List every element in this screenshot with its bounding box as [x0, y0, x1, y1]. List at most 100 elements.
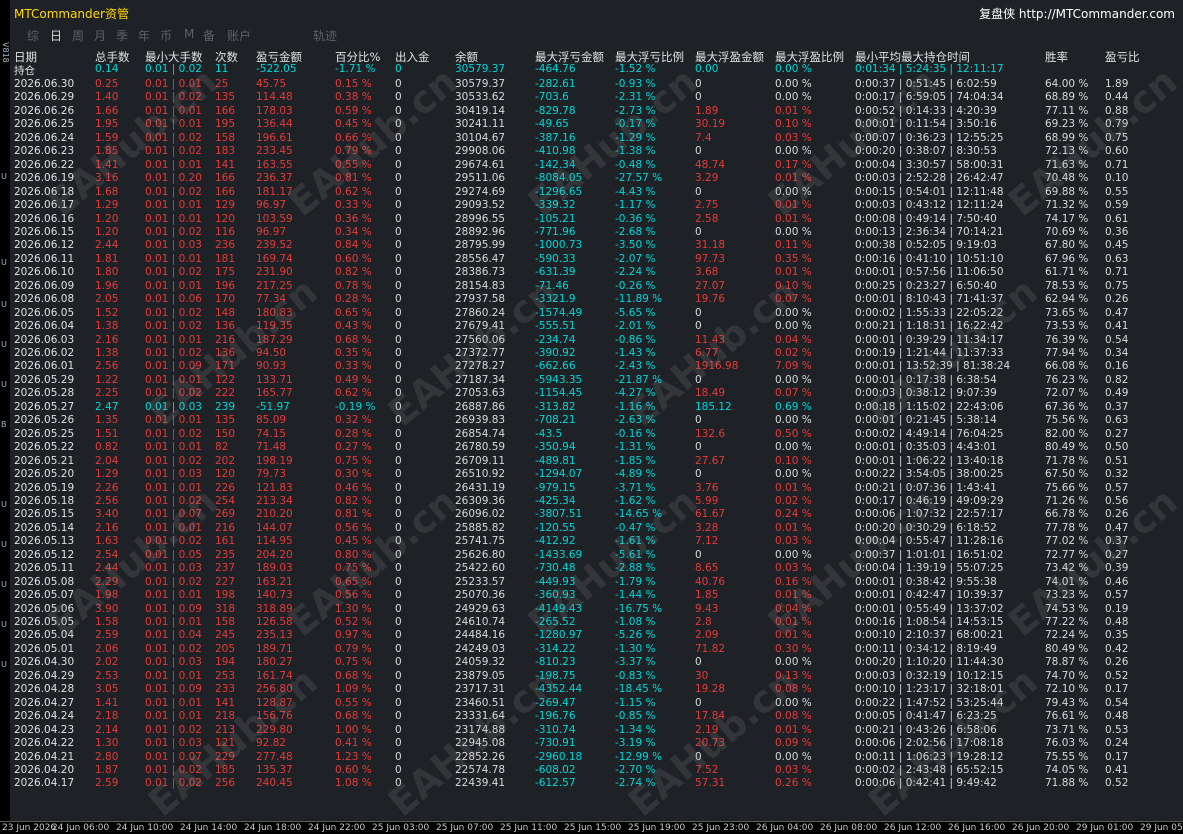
table-row[interactable]: 2026.04.17 2.59 0.01 | 0.02 256 240.45 1.08 %…	[10, 777, 1170, 790]
tab-10[interactable]: 轨迹	[313, 27, 337, 44]
table-row[interactable]: 2026.06.02 1.38 0.01 | 0.02 136 94.50 0.35 % 0…	[10, 347, 1170, 360]
cell-13: 77.78 %	[1045, 521, 1089, 534]
table-row[interactable]: 2026.06.03 2.16 0.01 | 0.01 216 187.29 0.68 %…	[10, 334, 1170, 347]
cell-10: 9.43	[695, 602, 719, 615]
table-row[interactable]: 2026.05.15 3.40 0.01 | 0.07 269 210.20 0.81 %…	[10, 508, 1170, 521]
cell-13: 74.05 %	[1045, 763, 1089, 776]
cell-7: 24610.74	[455, 616, 506, 628]
table-row[interactable]: 2026.06.05 1.52 0.01 | 0.02 148 180.83 0.65 %…	[10, 307, 1170, 320]
brand-link[interactable]: 复盘侠 http://MTCommander.com	[979, 5, 1175, 22]
tab-2[interactable]: 周	[72, 27, 84, 44]
table-row[interactable]: 2026.06.19 3.16 0.01 | 0.20 166 236.37 0.81 %…	[10, 172, 1170, 185]
table-row[interactable]: 2026.06.18 1.68 0.01 | 0.02 166 181.17 0.62 %…	[10, 186, 1170, 199]
table-row[interactable]: 2026.06.23 1.85 0.01 | 0.02 183 233.45 0.79 %…	[10, 145, 1170, 158]
cell-14: 1.89	[1105, 78, 1129, 90]
table-row[interactable]: 2026.05.18 2.56 0.01 | 0.02 254 213.34 0.82 %…	[10, 495, 1170, 508]
table-row[interactable]: 2026.06.10 1.80 0.01 | 0.02 175 231.90 0.82 %…	[10, 266, 1170, 279]
table-row[interactable]: 2026.06.25 1.95 0.01 | 0.01 195 136.44 0.45 %…	[10, 118, 1170, 131]
table-row[interactable]: 2026.05.26 1.35 0.01 | 0.01 135 85.09 0.32 % 0…	[10, 414, 1170, 427]
table-row[interactable]: 2026.06.12 2.44 0.01 | 0.03 236 239.52 0.84 %…	[10, 239, 1170, 252]
cell-9: -0.86 %	[615, 333, 656, 346]
cell-12: 0:00:16 | 1:08:54 | 14:53:15	[855, 616, 1004, 628]
cell-3: 135	[215, 91, 236, 104]
tab-8[interactable]: 备	[203, 27, 215, 44]
table-row[interactable]: 2026.04.24 2.18 0.01 | 0.01 218 156.76 0.68 %…	[10, 710, 1170, 723]
table-row[interactable]: 2026.05.04 2.59 0.01 | 0.04 245 235.13 0.97 %…	[10, 629, 1170, 642]
table-row[interactable]: 2026.06.09 1.96 0.01 | 0.01 196 217.25 0.78 %…	[10, 280, 1170, 293]
table-row[interactable]: 2026.05.29 1.22 0.01 | 0.01 122 133.71 0.49 %…	[10, 374, 1170, 387]
tab-5[interactable]: 年	[138, 27, 150, 44]
cell-10: 20.73	[695, 737, 726, 750]
table-row[interactable]: 2026.06.24 1.59 0.01 | 0.02 158 196.61 0.66 %…	[10, 132, 1170, 145]
table-row[interactable]: 2026.05.12 2.54 0.01 | 0.05 235 204.20 0.80 %…	[10, 549, 1170, 562]
table-row[interactable]: 2026.04.21 2.80 0.01 | 0.07 229 277.48 1.23 %…	[10, 751, 1170, 764]
table-row[interactable]: 2026.05.19 2.26 0.01 | 0.01 226 121.83 0.46 %…	[10, 482, 1170, 495]
cell-14: 0.17	[1105, 750, 1129, 763]
table-row[interactable]: 2026.05.06 3.90 0.01 | 0.09 318 318.89 1.30 %…	[10, 603, 1170, 616]
cell-1: 3.05	[95, 683, 119, 696]
table-row[interactable]: 2026.06.16 1.20 0.01 | 0.01 120 103.59 0.36 %…	[10, 213, 1170, 226]
table-row[interactable]: 2026.04.30 2.02 0.01 | 0.03 194 180.27 0.75 %…	[10, 656, 1170, 669]
cell-3: 135	[215, 414, 236, 427]
table-row[interactable]: 2026.05.11 2.44 0.01 | 0.03 237 189.03 0.75 %…	[10, 562, 1170, 575]
cell-0: 2026.06.09	[14, 279, 75, 292]
table-row[interactable]: 2026.05.21 2.04 0.01 | 0.02 202 198.19 0.75 %…	[10, 455, 1170, 468]
cell-4: 74.15	[256, 427, 287, 440]
table-row[interactable]: 2026.05.20 1.29 0.01 | 0.03 120 79.73 0.30 % 0…	[10, 468, 1170, 481]
column-header-14[interactable]: 盈亏比	[1105, 49, 1140, 65]
tab-6[interactable]: 币	[160, 27, 172, 44]
cell-11: 0.00 %	[775, 373, 812, 386]
table-row[interactable]: 2026.06.08 2.05 0.01 | 0.06 170 77.34 0.28 % 0…	[10, 293, 1170, 306]
cell-7: 23331.64	[455, 710, 506, 723]
cell-4: 277.48	[256, 750, 293, 763]
table-row[interactable]: 2026.06.30 0.25 0.01 | 0.01 25 45.75 0.15 % 0 3…	[10, 78, 1170, 91]
cell-9: -2.70 %	[615, 763, 656, 776]
tab-9[interactable]: 账户	[227, 27, 251, 44]
cell-0: 2026.05.13	[14, 535, 75, 548]
table-row[interactable]: 2026.04.20 1.87 0.01 | 0.02 185 135.37 0.60 %…	[10, 764, 1170, 777]
table-row[interactable]: 2026.06.04 1.38 0.01 | 0.02 136 119.35 0.43 %…	[10, 320, 1170, 333]
table-row[interactable]: 2026.06.29 1.40 0.01 | 0.02 135 114.48 0.38 %…	[10, 91, 1170, 104]
table-row[interactable]: 2026.06.01 2.56 0.01 | 0.09 171 90.93 0.33 % 0…	[10, 360, 1170, 373]
table-row[interactable]: 2026.05.25 1.51 0.01 | 0.02 150 74.15 0.28 % 0…	[10, 428, 1170, 441]
table-row[interactable]: 2026.06.22 1.41 0.01 | 0.01 141 163.55 0.55 %…	[10, 159, 1170, 172]
table-row[interactable]: 2026.04.29 2.53 0.01 | 0.01 253 161.74 0.68 %…	[10, 670, 1170, 683]
table-row[interactable]: 2026.04.27 1.41 0.01 | 0.01 141 128.87 0.55 %…	[10, 697, 1170, 710]
table-row[interactable]: 2026.05.14 2.16 0.01 | 0.01 216 144.07 0.56 %…	[10, 522, 1170, 535]
table-row[interactable]: 2026.04.28 3.05 0.01 | 0.09 233 256.80 1.09 %…	[10, 683, 1170, 696]
cell-6: 0	[395, 91, 402, 104]
table-row[interactable]: 2026.06.26 1.66 0.01 | 0.01 166 178.03 0.59 %…	[10, 105, 1170, 118]
title-bar: MTCommander资管 复盘侠 http://MTCommander.com	[10, 0, 1183, 24]
table-row[interactable]: 2026.05.13 1.63 0.01 | 0.02 161 114.95 0.45 %…	[10, 535, 1170, 548]
cell-9: -11.89 %	[615, 293, 663, 306]
cell-11: 0.26 %	[775, 777, 812, 790]
tab-1[interactable]: 日	[50, 27, 62, 44]
cell-3: 195	[215, 118, 236, 131]
column-header-13[interactable]: 胜率	[1045, 49, 1068, 65]
table-row[interactable]: 2026.05.01 2.06 0.01 | 0.02 205 189.71 0.79 %…	[10, 643, 1170, 656]
table-row[interactable]: 2026.05.08 2.29 0.01 | 0.02 227 163.21 0.65 %…	[10, 576, 1170, 589]
cell-10: 6.77	[695, 347, 719, 359]
tab-3[interactable]: 月	[94, 27, 106, 44]
table-row[interactable]: 2026.04.22 1.30 0.01 | 0.03 121 92.82 0.41 % 0…	[10, 737, 1170, 750]
table-row[interactable]: 2026.04.23 2.14 0.01 | 0.02 213 229.80 1.00 %…	[10, 724, 1170, 737]
cell-0: 2026.06.29	[14, 91, 75, 104]
table-row[interactable]: 2026.06.11 1.81 0.01 | 0.01 181 169.74 0.60 %…	[10, 253, 1170, 266]
cell-4: 318.89	[256, 602, 293, 615]
cell-7: 22852.26	[455, 750, 506, 763]
tab-0[interactable]: 综	[27, 27, 39, 44]
table-row[interactable]: 2026.05.05 1.58 0.01 | 0.01 158 126.58 0.52 %…	[10, 616, 1170, 629]
table-row[interactable]: 2026.05.28 2.25 0.01 | 0.02 222 165.77 0.62 %…	[10, 387, 1170, 400]
cell-11: 0.00 %	[775, 145, 812, 158]
cell-4: 45.75	[256, 78, 287, 90]
table-row[interactable]: 2026.05.22 0.82 0.01 | 0.01 82 71.48 0.27 % 0 2…	[10, 441, 1170, 454]
table-row[interactable]: 2026.05.07 1.98 0.01 | 0.01 198 140.73 0.56 %…	[10, 589, 1170, 602]
table-row[interactable]: 2026.06.15 1.20 0.01 | 0.02 116 96.97 0.34 % 0…	[10, 226, 1170, 239]
cell-12: 0:00:06 | 0:42:41 | 9:49:42	[855, 777, 997, 790]
tab-4[interactable]: 季	[116, 27, 128, 44]
cell-12: 0:00:10 | 2:10:37 | 68:00:21	[855, 629, 1004, 642]
cell-14: 0.27	[1105, 548, 1129, 561]
table-row[interactable]: 2026.05.27 2.47 0.01 | 0.03 239 -51.97 -0.19 …	[10, 401, 1170, 414]
table-row[interactable]: 2026.06.17 1.29 0.01 | 0.01 129 96.97 0.33 % 0…	[10, 199, 1170, 212]
tab-7[interactable]: M	[184, 27, 194, 41]
